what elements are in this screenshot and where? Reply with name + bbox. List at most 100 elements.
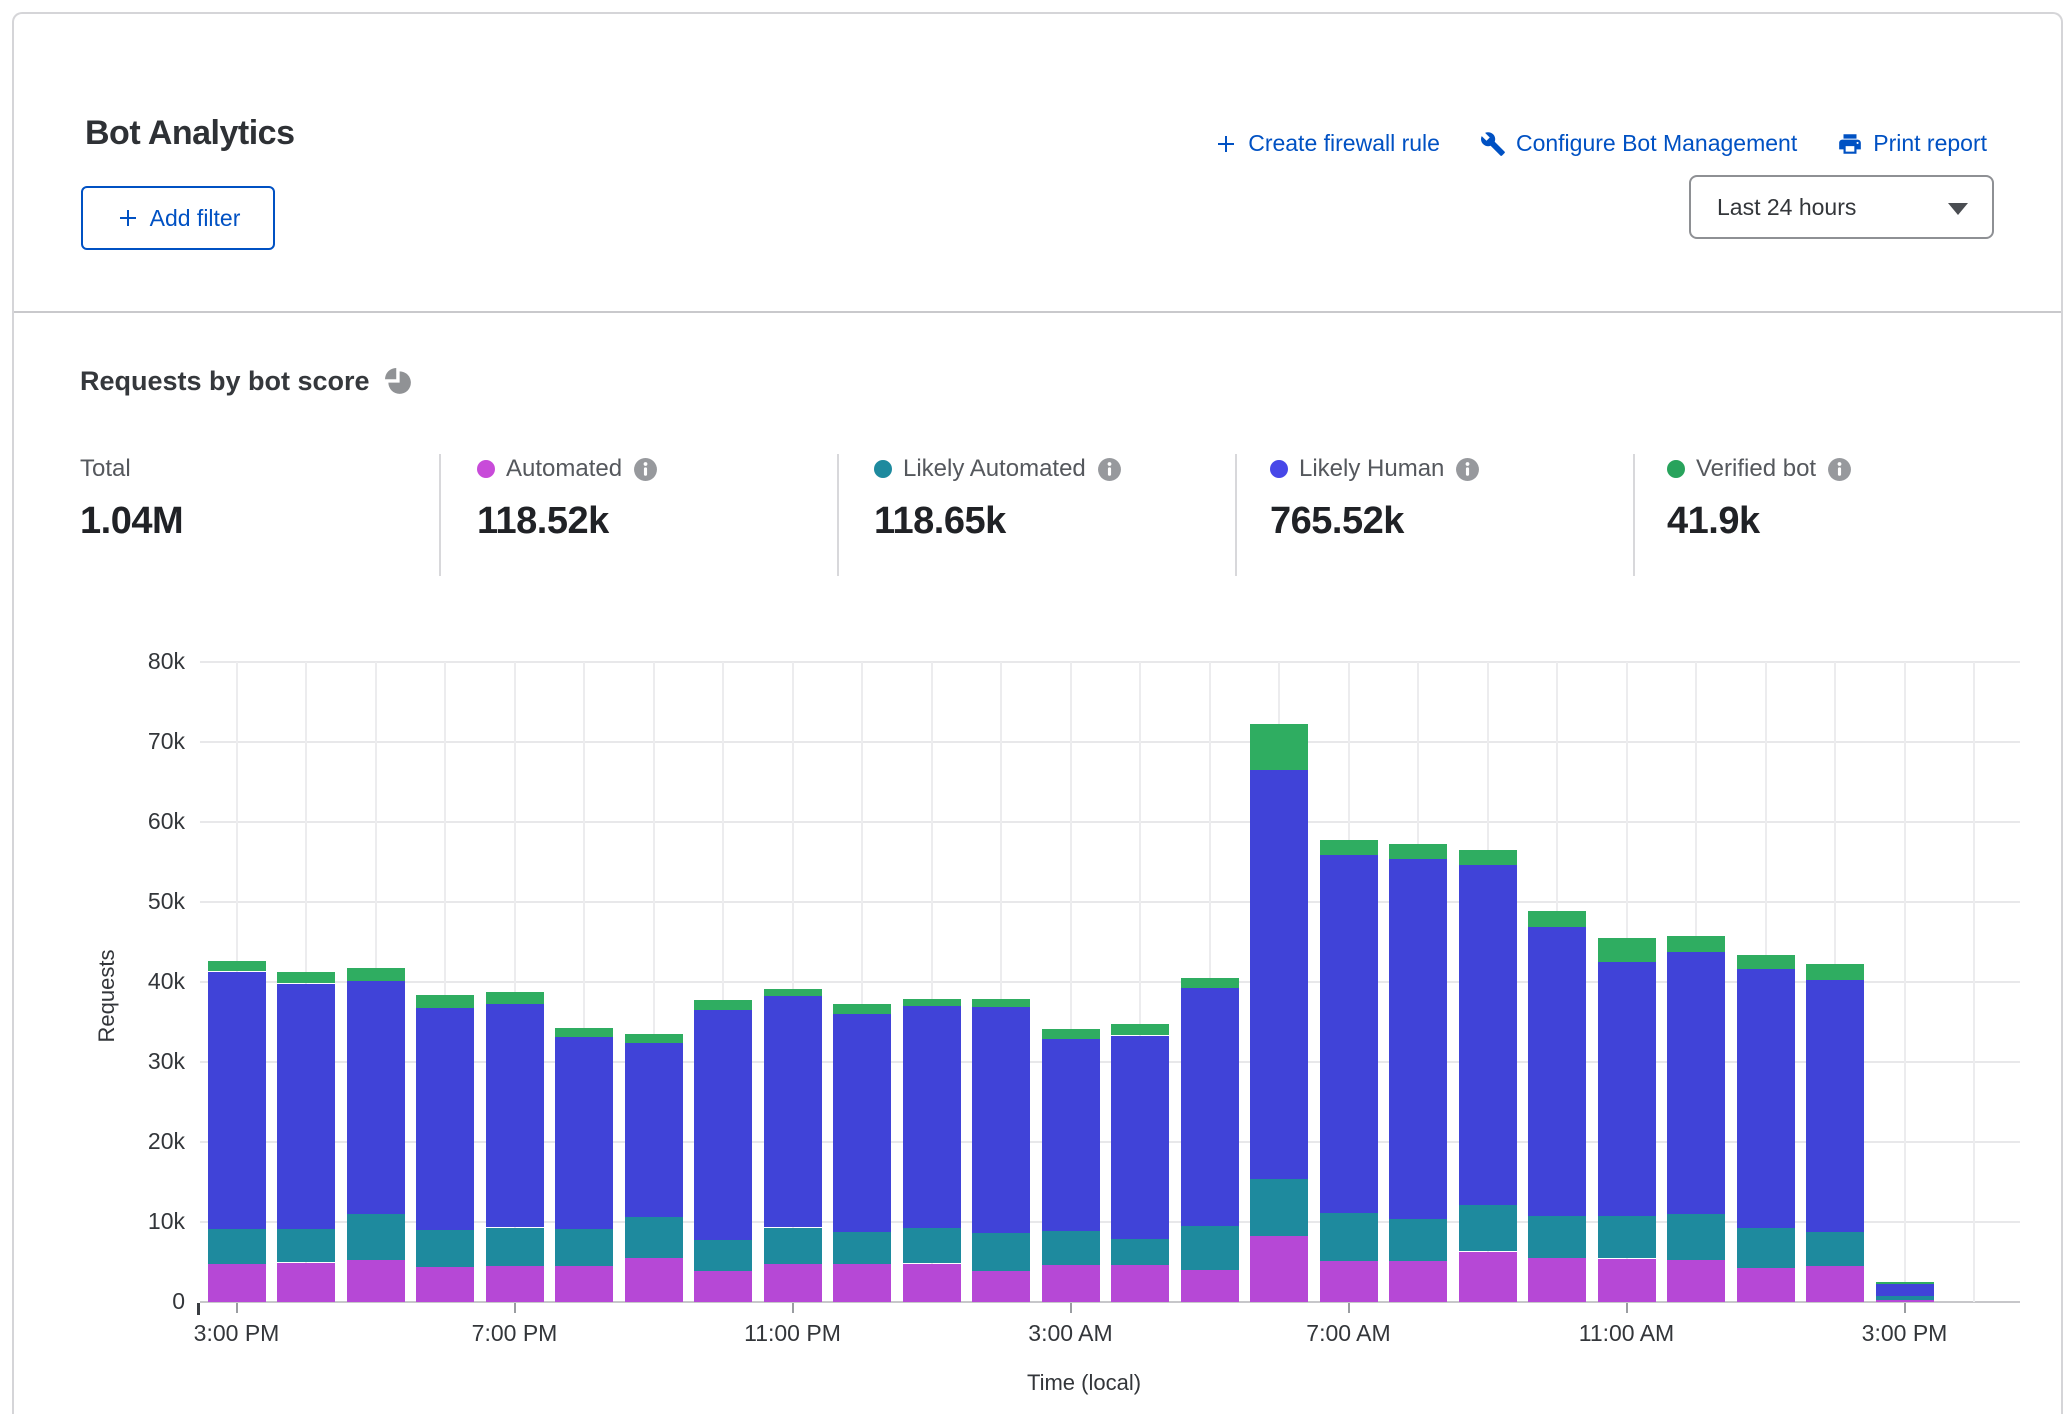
header-action-create-firewall-rule[interactable]: Create firewall rule xyxy=(1214,130,1440,157)
bar-segment-likely-automated[interactable] xyxy=(1598,1216,1656,1258)
bar-segment-verified-bot[interactable] xyxy=(486,992,544,1004)
bar-segment-likely-human[interactable] xyxy=(1876,1284,1934,1296)
info-icon[interactable] xyxy=(633,457,658,482)
bar-segment-likely-human[interactable] xyxy=(1806,980,1864,1232)
time-range-select[interactable]: Last 24 hours xyxy=(1689,175,1994,239)
bar-segment-likely-automated[interactable] xyxy=(1459,1205,1517,1251)
bar-segment-likely-automated[interactable] xyxy=(694,1240,752,1271)
bar-segment-automated[interactable] xyxy=(1737,1268,1795,1302)
bar-segment-likely-human[interactable] xyxy=(764,996,822,1227)
bar-segment-likely-human[interactable] xyxy=(1042,1039,1100,1231)
bar-segment-likely-automated[interactable] xyxy=(1806,1232,1864,1266)
bar-segment-likely-automated[interactable] xyxy=(1042,1231,1100,1265)
bar-segment-likely-human[interactable] xyxy=(903,1006,961,1228)
bar-segment-likely-human[interactable] xyxy=(1598,962,1656,1216)
bar-segment-automated[interactable] xyxy=(1389,1261,1447,1302)
bar-segment-automated[interactable] xyxy=(486,1265,544,1302)
bar-segment-verified-bot[interactable] xyxy=(1389,844,1447,859)
bar-segment-likely-automated[interactable] xyxy=(972,1233,1030,1271)
add-filter-button[interactable]: Add filter xyxy=(81,186,275,250)
bar-segment-verified-bot[interactable] xyxy=(1737,955,1795,969)
bar-segment-likely-human[interactable] xyxy=(1459,865,1517,1205)
bar-segment-likely-automated[interactable] xyxy=(1111,1239,1169,1265)
bar-segment-verified-bot[interactable] xyxy=(833,1004,891,1014)
bar-segment-likely-automated[interactable] xyxy=(1876,1296,1934,1300)
bar-segment-verified-bot[interactable] xyxy=(208,961,266,971)
bar-segment-verified-bot[interactable] xyxy=(1598,938,1656,962)
info-icon[interactable] xyxy=(1455,457,1480,482)
bar-segment-likely-human[interactable] xyxy=(833,1014,891,1232)
bar-segment-likely-automated[interactable] xyxy=(1389,1219,1447,1261)
bar-segment-automated[interactable] xyxy=(625,1258,683,1302)
bar-segment-likely-human[interactable] xyxy=(208,972,266,1229)
bar-segment-automated[interactable] xyxy=(1250,1236,1308,1302)
bar-segment-automated[interactable] xyxy=(277,1263,335,1302)
bar-segment-likely-human[interactable] xyxy=(1737,968,1795,1228)
bar-segment-automated[interactable] xyxy=(972,1271,1030,1302)
bar-segment-verified-bot[interactable] xyxy=(277,972,335,983)
bar-segment-automated[interactable] xyxy=(833,1264,891,1302)
bar-segment-automated[interactable] xyxy=(903,1264,961,1302)
bar-segment-automated[interactable] xyxy=(1876,1300,1934,1302)
bar-segment-verified-bot[interactable] xyxy=(903,999,961,1006)
bar-segment-verified-bot[interactable] xyxy=(1528,911,1586,927)
bar-segment-likely-automated[interactable] xyxy=(903,1228,961,1263)
bar-segment-verified-bot[interactable] xyxy=(1250,724,1308,770)
bar-segment-automated[interactable] xyxy=(694,1271,752,1302)
bar-segment-verified-bot[interactable] xyxy=(1459,850,1517,865)
bar-segment-automated[interactable] xyxy=(1667,1260,1725,1302)
bar-segment-verified-bot[interactable] xyxy=(1181,978,1239,988)
bar-segment-automated[interactable] xyxy=(1528,1257,1586,1302)
bar-segment-likely-automated[interactable] xyxy=(833,1232,891,1264)
bar-segment-likely-automated[interactable] xyxy=(1250,1179,1308,1236)
bar-segment-likely-automated[interactable] xyxy=(625,1217,683,1258)
bar-segment-likely-human[interactable] xyxy=(277,984,335,1229)
bar-segment-verified-bot[interactable] xyxy=(1042,1029,1100,1039)
bar-segment-likely-automated[interactable] xyxy=(764,1228,822,1264)
bar-segment-automated[interactable] xyxy=(1806,1265,1864,1302)
header-action-configure-bot-management[interactable]: Configure Bot Management xyxy=(1480,130,1797,157)
bar-segment-automated[interactable] xyxy=(764,1264,822,1302)
bar-segment-likely-human[interactable] xyxy=(1528,927,1586,1216)
bar-segment-verified-bot[interactable] xyxy=(625,1034,683,1043)
bar-segment-likely-human[interactable] xyxy=(486,1004,544,1227)
bar-segment-verified-bot[interactable] xyxy=(555,1028,613,1037)
bar-segment-likely-automated[interactable] xyxy=(277,1228,335,1262)
bar-segment-likely-human[interactable] xyxy=(694,1010,752,1240)
bar-segment-likely-human[interactable] xyxy=(1111,1036,1169,1239)
bar-segment-likely-human[interactable] xyxy=(416,1008,474,1230)
bar-segment-verified-bot[interactable] xyxy=(1111,1024,1169,1035)
bar-segment-automated[interactable] xyxy=(1181,1270,1239,1302)
info-icon[interactable] xyxy=(1097,457,1122,482)
bar-segment-verified-bot[interactable] xyxy=(694,1000,752,1010)
bar-segment-likely-human[interactable] xyxy=(1250,770,1308,1179)
bar-segment-likely-human[interactable] xyxy=(347,981,405,1214)
bar-segment-likely-automated[interactable] xyxy=(486,1228,544,1266)
bar-segment-automated[interactable] xyxy=(555,1266,613,1302)
bar-segment-automated[interactable] xyxy=(347,1260,405,1302)
bar-segment-likely-automated[interactable] xyxy=(1528,1216,1586,1258)
info-icon[interactable] xyxy=(1827,457,1852,482)
bar-segment-verified-bot[interactable] xyxy=(1320,840,1378,855)
bar-segment-likely-human[interactable] xyxy=(1320,855,1378,1213)
bar-segment-likely-human[interactable] xyxy=(972,1007,1030,1233)
bar-segment-verified-bot[interactable] xyxy=(1667,936,1725,952)
bar-segment-automated[interactable] xyxy=(208,1264,266,1302)
bar-segment-verified-bot[interactable] xyxy=(1806,964,1864,980)
bar-segment-automated[interactable] xyxy=(1320,1261,1378,1302)
bar-segment-likely-automated[interactable] xyxy=(208,1228,266,1264)
bar-segment-verified-bot[interactable] xyxy=(972,999,1030,1007)
bar-segment-verified-bot[interactable] xyxy=(1876,1282,1934,1284)
bar-segment-likely-automated[interactable] xyxy=(1737,1228,1795,1268)
bar-segment-automated[interactable] xyxy=(1459,1252,1517,1302)
bar-segment-likely-human[interactable] xyxy=(1667,952,1725,1214)
bar-segment-likely-automated[interactable] xyxy=(416,1230,474,1267)
bar-segment-likely-automated[interactable] xyxy=(347,1214,405,1260)
bar-segment-automated[interactable] xyxy=(1598,1259,1656,1302)
bar-segment-likely-human[interactable] xyxy=(555,1036,613,1229)
bar-segment-likely-human[interactable] xyxy=(625,1043,683,1217)
bar-segment-likely-human[interactable] xyxy=(1389,859,1447,1219)
bar-segment-likely-automated[interactable] xyxy=(1181,1226,1239,1270)
header-action-print-report[interactable]: Print report xyxy=(1837,130,1987,157)
bar-segment-verified-bot[interactable] xyxy=(416,995,474,1008)
